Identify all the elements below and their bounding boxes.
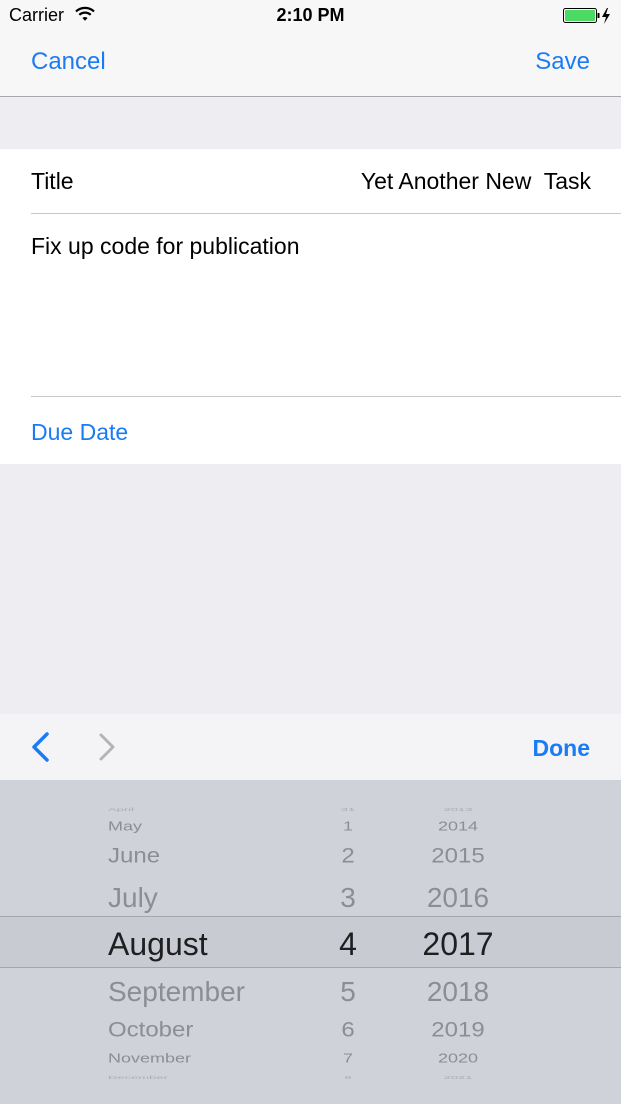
month-wheel[interactable]: April May June July August September Oct… [108,780,308,1104]
title-label: Title [31,168,74,194]
month-option[interactable]: October [108,1017,308,1042]
navigation-bar: Cancel Save [0,32,621,97]
year-option[interactable]: 2013 [388,807,528,812]
day-option[interactable]: 1 [308,819,388,834]
day-selected[interactable]: 4 [308,926,388,963]
day-option[interactable]: 8 [308,1075,388,1080]
month-selected[interactable]: August [108,926,308,963]
notes-field[interactable]: Fix up code for publication [31,233,300,260]
task-form: Title Yet Another New Task Fix up code f… [0,149,621,464]
month-option[interactable]: November [108,1051,308,1066]
battery-icon [563,7,613,30]
day-option[interactable]: 3 [308,882,388,914]
year-option[interactable]: 2016 [388,882,528,914]
save-button[interactable]: Save [535,48,590,76]
day-option[interactable]: 7 [308,1051,388,1066]
status-bar: Carrier 2:10 PM [0,0,621,32]
month-option[interactable]: September [108,976,308,1008]
year-option[interactable]: 2015 [388,843,528,868]
chevron-left-icon[interactable] [28,731,52,768]
day-wheel[interactable]: 31 1 2 3 4 5 6 7 8 [308,780,388,1104]
year-option[interactable]: 2014 [388,819,528,834]
day-option[interactable]: 5 [308,976,388,1008]
year-option[interactable]: 2020 [388,1051,528,1066]
cancel-button[interactable]: Cancel [31,48,106,76]
year-wheel[interactable]: 2013 2014 2015 2016 2017 2018 2019 2020 … [388,780,528,1104]
year-option[interactable]: 2021 [388,1075,528,1080]
chevron-right-icon[interactable] [96,731,120,768]
day-option[interactable]: 31 [308,807,388,812]
due-date-button[interactable]: Due Date [31,419,128,446]
divider [31,213,621,214]
month-option[interactable]: December [108,1075,308,1080]
month-option[interactable]: April [108,807,308,812]
date-picker[interactable]: April May June July August September Oct… [0,780,621,1104]
divider [31,396,621,397]
day-option[interactable]: 6 [308,1017,388,1042]
day-option[interactable]: 2 [308,843,388,868]
done-button[interactable]: Done [533,735,591,762]
year-selected[interactable]: 2017 [388,926,528,963]
title-field[interactable]: Yet Another New Task [361,168,591,195]
title-row[interactable]: Title Yet Another New Task [0,149,621,213]
month-option[interactable]: June [108,843,308,868]
month-option[interactable]: May [108,819,308,834]
year-option[interactable]: 2018 [388,976,528,1008]
keyboard-toolbar: Done [0,714,621,780]
month-option[interactable]: July [108,882,308,914]
year-option[interactable]: 2019 [388,1017,528,1042]
status-time: 2:10 PM [276,5,345,25]
